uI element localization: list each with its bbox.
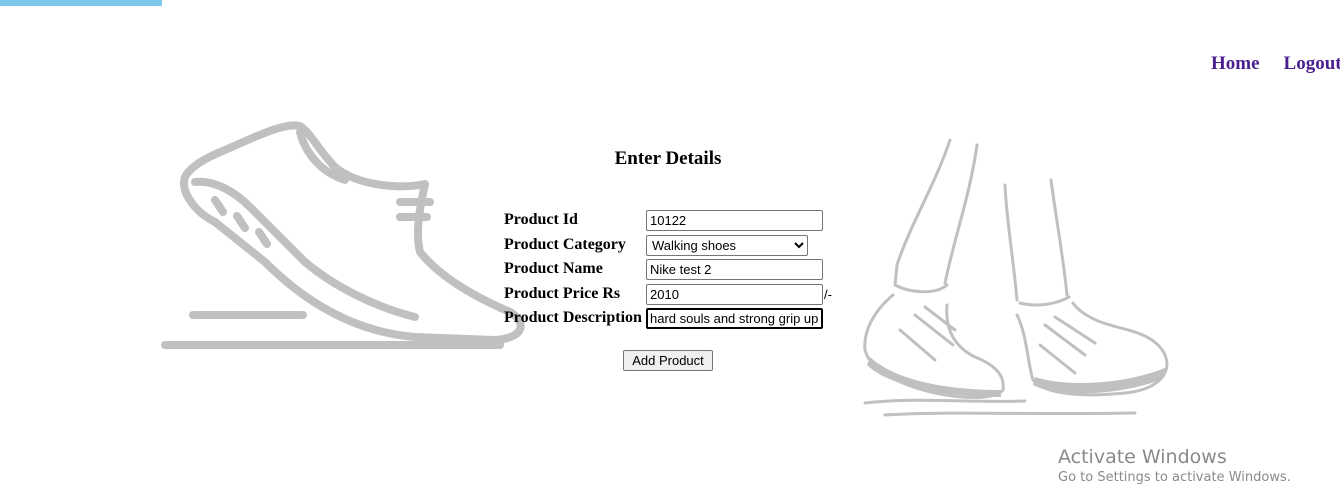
product-price-label: Product Price Rs (504, 284, 621, 302)
product-description-input[interactable] (646, 308, 823, 329)
watermark-subtitle: Go to Settings to activate Windows. (1058, 470, 1291, 485)
top-accent-bar (0, 0, 162, 6)
product-name-label: Product Name (504, 260, 603, 277)
product-id-label: Product Id (504, 211, 578, 228)
activate-windows-watermark: Activate Windows Go to Settings to activ… (1058, 446, 1291, 485)
top-nav: Home Logout (1211, 53, 1340, 75)
product-category-label: Product Category (504, 235, 626, 253)
add-product-button[interactable]: Add Product (623, 350, 713, 371)
product-name-input[interactable] (646, 259, 823, 280)
product-id-input[interactable] (646, 210, 823, 231)
watermark-title: Activate Windows (1058, 446, 1227, 468)
product-price-input[interactable] (646, 283, 823, 305)
logout-link[interactable]: Logout (1284, 53, 1340, 74)
home-link[interactable]: Home (1211, 53, 1260, 74)
walking-feet-illustration (863, 138, 1169, 417)
product-description-label: Product Description (504, 309, 642, 326)
form-heading: Enter Details (614, 148, 722, 169)
product-category-select[interactable]: Walking shoes (646, 234, 808, 256)
price-suffix: /- (824, 286, 832, 302)
